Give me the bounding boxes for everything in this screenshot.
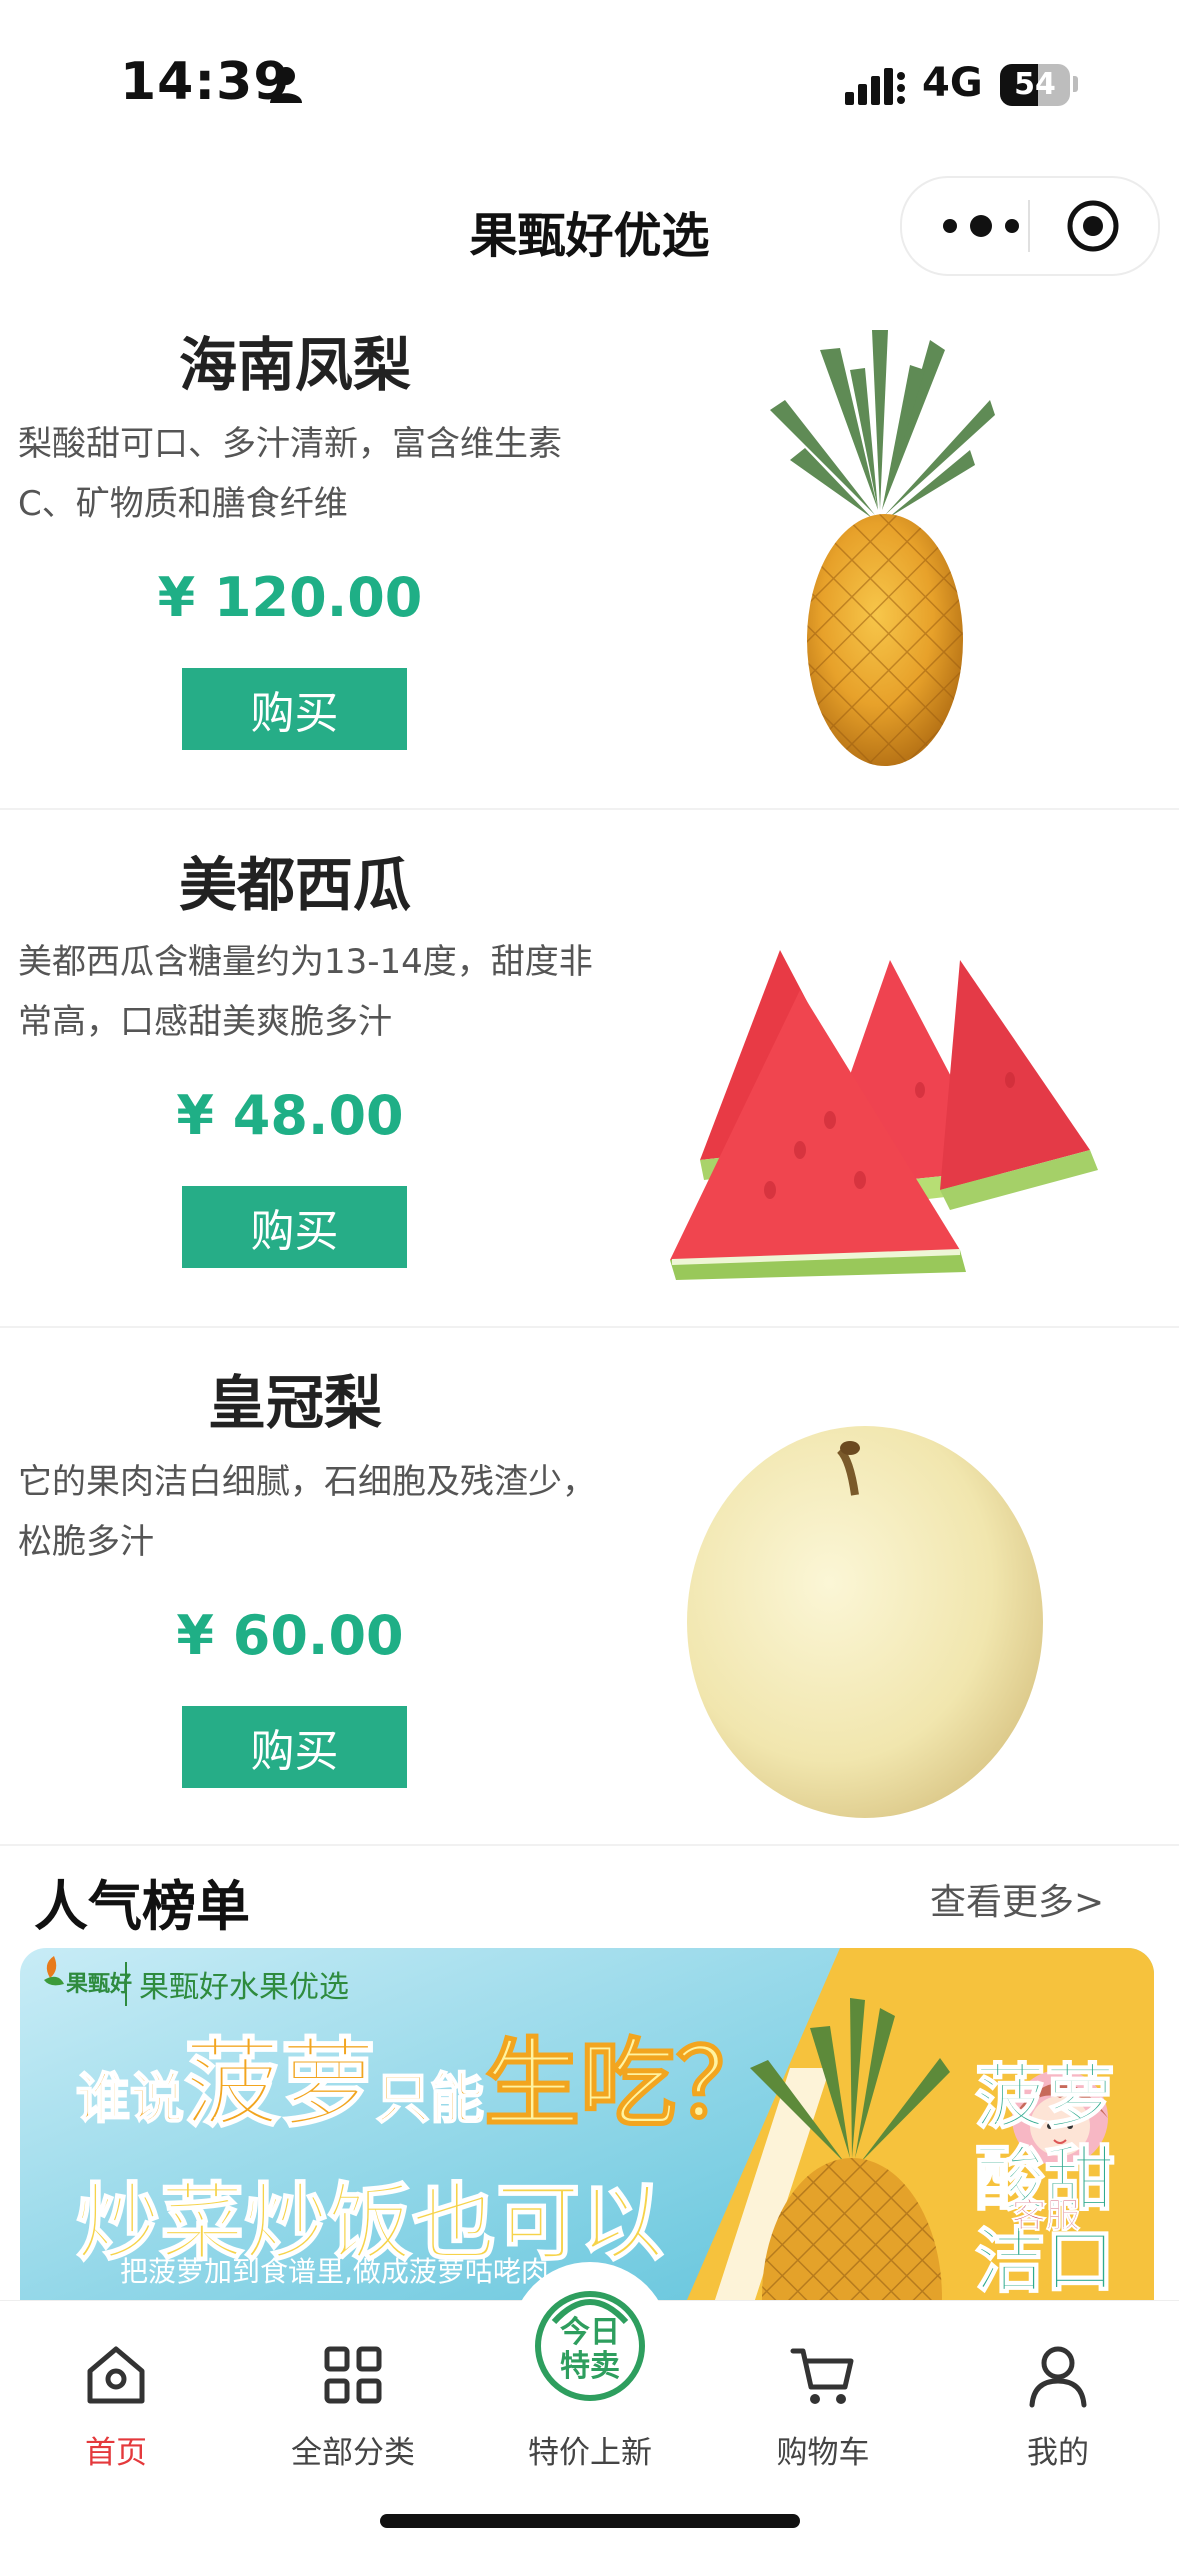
- product-name: 海南凤梨: [178, 331, 411, 399]
- network-type: 4G: [922, 60, 983, 106]
- battery-percent: 54: [1014, 67, 1056, 102]
- tab-label: 特价上新: [528, 2435, 652, 2471]
- banner-logo-text: 果甄好: [66, 1972, 133, 1997]
- buy-button[interactable]: 购买: [182, 668, 407, 750]
- status-time: 14:39: [120, 52, 291, 112]
- promo-line-2: 特卖: [560, 2349, 620, 2384]
- watermelon-image: [670, 950, 1098, 1280]
- tab-mine[interactable]: 我的: [958, 2341, 1158, 2472]
- battery-nub: [1073, 76, 1078, 92]
- signal-icon: [845, 68, 905, 105]
- product-desc-line: 松脆多汁: [18, 1522, 154, 1562]
- person-icon: [270, 67, 302, 103]
- tab-label: 我的: [1027, 2435, 1089, 2471]
- banner-headline-pre: 谁说: [75, 2066, 185, 2131]
- tab-label: 购物车: [776, 2435, 870, 2471]
- battery-indicator: 54: [1000, 64, 1070, 106]
- tab-cart[interactable]: 购物车: [723, 2341, 923, 2472]
- customer-service-label[interactable]: 客服: [1012, 2188, 1081, 2237]
- product-desc-line: 梨酸甜可口、多汁清新，富含维生素: [18, 424, 562, 464]
- banner-headline-key: 菠萝: [183, 2027, 377, 2141]
- section-title-popular: 人气榜单: [34, 1875, 250, 1938]
- product-desc-line: C、矿物质和膳食纤维: [18, 484, 348, 524]
- tab-label: 首页: [85, 2435, 147, 2471]
- home-icon: [87, 2346, 145, 2404]
- product-desc-line: 它的果肉洁白细腻，石细胞及残渣少，: [18, 1462, 596, 1502]
- user-icon: [1029, 2346, 1087, 2408]
- capsule-divider: [1028, 200, 1030, 252]
- banner-side-text: 菠萝酸甜洁口: [974, 2055, 1116, 2303]
- pear-image: [687, 1426, 1043, 1818]
- product-price: ¥ 60.00: [176, 1604, 404, 1667]
- product-desc-line: 常高，口感甜美爽脆多汁: [18, 1002, 392, 1042]
- banner-headline-mid: 只能: [375, 2066, 485, 2131]
- buy-button[interactable]: 购买: [182, 1706, 407, 1788]
- today-special-bubble[interactable]: 今日 特卖: [510, 2262, 670, 2422]
- tab-home[interactable]: 首页: [16, 2341, 216, 2472]
- home-indicator: [380, 2514, 800, 2528]
- banner-headline-end: 生吃？: [483, 2027, 773, 2141]
- mini-program-capsule: [900, 176, 1160, 276]
- grid-icon: [324, 2346, 382, 2404]
- close-target-icon[interactable]: [1065, 198, 1121, 254]
- tab-all-categories[interactable]: 全部分类: [253, 2341, 453, 2472]
- pineapple-image: [770, 330, 995, 766]
- product-desc-line: 美都西瓜含糖量约为13-14度，甜度非: [18, 942, 593, 982]
- promo-line-1: 今日: [560, 2315, 620, 2350]
- product-name: 美都西瓜: [178, 851, 411, 919]
- cart-icon: [790, 2348, 854, 2404]
- product-price: ¥ 120.00: [157, 566, 423, 629]
- more-dots-icon[interactable]: [936, 214, 1026, 238]
- banner-brand: 果甄好水果优选: [125, 1962, 349, 2006]
- banner-subtitle: 把菠萝加到食谱里,做成菠萝咕咾肉: [120, 2255, 549, 2288]
- product-price: ¥ 48.00: [176, 1084, 404, 1147]
- see-more-link[interactable]: 查看更多>: [930, 1873, 1104, 1925]
- buy-button[interactable]: 购买: [182, 1186, 407, 1268]
- product-name: 皇冠梨: [207, 1369, 382, 1437]
- tab-label: 全部分类: [291, 2435, 415, 2471]
